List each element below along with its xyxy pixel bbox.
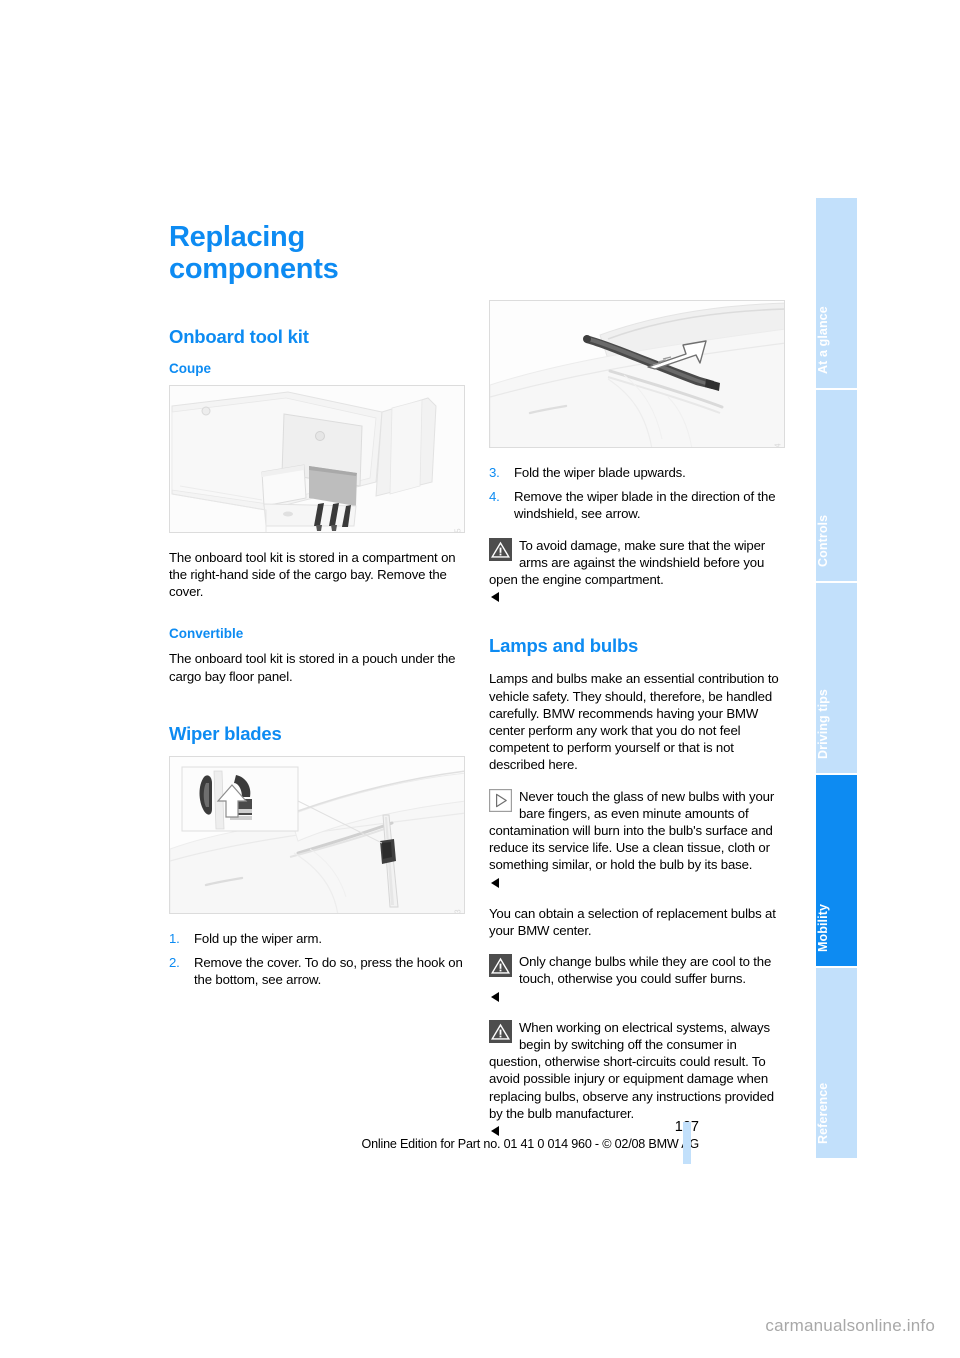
step-text: Fold up the wiper arm. xyxy=(194,930,322,946)
figure-wiper-blade-removal: WCL4224 xyxy=(489,300,785,448)
site-watermark: carmanualsonline.info xyxy=(765,1316,935,1335)
end-of-note-marker xyxy=(491,592,499,603)
section-heading-onboard-tool-kit: Onboard tool kit xyxy=(169,325,309,347)
sidebar-item-at-a-glance[interactable]: At a glance xyxy=(816,198,857,391)
sidebar-item-reference[interactable]: Reference xyxy=(816,967,857,1159)
section-heading-lamps-and-bulbs: Lamps and bulbs xyxy=(489,635,639,657)
warning-triangle-icon xyxy=(489,537,512,561)
step-number: 4. xyxy=(489,489,500,505)
section-tab-rail: At a glance Controls Driving tips Mobili… xyxy=(816,198,857,1159)
step-item: 2. Remove the cover. To do so, press the… xyxy=(169,954,465,988)
step-number: 3. xyxy=(489,465,500,480)
figure-code: WCL4235 xyxy=(453,528,462,532)
onboard-tool-kit-convertible-text: The onboard tool kit is stored in a pouc… xyxy=(169,651,456,684)
section-heading-wiper-blades: Wiper blades xyxy=(169,722,282,744)
sidebar-item-label: At a glance xyxy=(816,306,830,375)
cargo-bay-illustration xyxy=(170,385,464,532)
warning-wiper-arms: To avoid damage, make sure that the wipe… xyxy=(489,537,785,606)
step-item: 4. Remove the wiper blade in the directi… xyxy=(489,488,785,522)
step-text: Fold the wiper blade upwards. xyxy=(514,465,686,480)
note-text: Never touch the glass of new bulbs with … xyxy=(489,788,775,873)
warning-bulbs-cool: Only change bulbs while they are cool to… xyxy=(489,953,785,1005)
warning-text: Only change bulbs while they are cool to… xyxy=(519,954,772,987)
end-of-note-marker xyxy=(491,991,499,1002)
onboard-tool-kit-coupe-text: The onboard tool kit is stored in a comp… xyxy=(169,549,456,600)
manual-page: At a glance Controls Driving tips Mobili… xyxy=(0,0,960,1358)
sidebar-item-mobility[interactable]: Mobility xyxy=(816,775,857,968)
lamps-and-bulbs-intro: Lamps and bulbs make an essential contri… xyxy=(489,671,779,773)
wiper-blade-steps-left: 1. Fold up the wiper arm. 2. Remove the … xyxy=(169,930,465,989)
step-item: 3. Fold the wiper blade upwards. xyxy=(489,464,785,481)
page-footer: 127 Online Edition for Part no. 01 41 0 … xyxy=(169,1119,699,1152)
figure-code: WCL4213 xyxy=(453,909,462,913)
edition-line: Online Edition for Part no. 01 41 0 014 … xyxy=(361,1137,699,1151)
figure-wiper-arm-cover: WCL4213 xyxy=(169,755,465,914)
step-number: 2. xyxy=(169,955,180,970)
warning-text: When working on electrical systems, alwa… xyxy=(489,1019,774,1121)
sidebar-item-label: Driving tips xyxy=(816,689,830,760)
sidebar-item-label: Mobility xyxy=(816,903,830,952)
figure-cargo-bay-tool-compartment: WCL4235 xyxy=(169,384,465,533)
step-text: Remove the wiper blade in the direction … xyxy=(514,489,776,522)
left-text-column: Replacing components Onboard tool kit Co… xyxy=(169,221,465,1002)
warning-text: To avoid damage, make sure that the wipe… xyxy=(489,537,766,588)
page-title: Replacing components xyxy=(169,221,339,285)
sidebar-item-label: Controls xyxy=(816,514,830,567)
sidebar-item-driving-tips[interactable]: Driving tips xyxy=(816,582,857,776)
right-text-column: WCL4224 3. Fold the wiper blade upwards.… xyxy=(489,300,785,1139)
note-triangle-icon xyxy=(489,788,512,812)
lamps-availability-text: You can obtain a selection of replacemen… xyxy=(489,905,776,939)
sidebar-item-label: Reference xyxy=(816,1082,830,1145)
subsection-heading-coupe: Coupe xyxy=(169,360,211,376)
wiper-blade-steps-right: 3. Fold the wiper blade upwards. 4. Remo… xyxy=(489,464,785,523)
end-of-note-marker xyxy=(491,877,499,888)
warning-triangle-icon xyxy=(489,1019,512,1043)
step-text: Remove the cover. To do so, press the ho… xyxy=(194,955,463,988)
warning-triangle-icon xyxy=(489,954,512,978)
step-number: 1. xyxy=(169,930,180,946)
wiper-blade-removal-illustration xyxy=(490,301,784,447)
figure-code: WCL4224 xyxy=(773,443,782,447)
wiper-arm-illustration xyxy=(170,756,464,913)
subsection-heading-convertible: Convertible xyxy=(169,626,244,642)
note-never-touch-glass: Never touch the glass of new bulbs with … xyxy=(489,788,785,891)
page-edge-marker xyxy=(683,1122,691,1164)
step-item: 1. Fold up the wiper arm. xyxy=(169,930,465,947)
sidebar-item-controls[interactable]: Controls xyxy=(816,390,857,583)
page-number: 127 xyxy=(169,1119,699,1135)
